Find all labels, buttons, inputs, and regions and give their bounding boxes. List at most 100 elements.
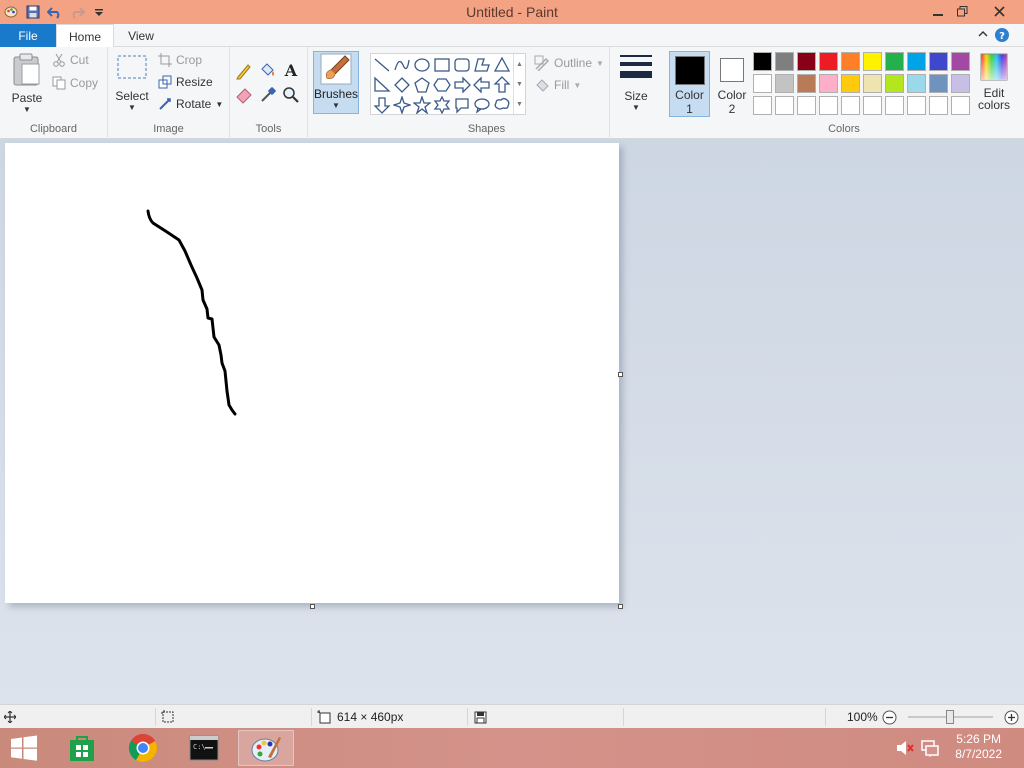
paste-button[interactable]: Paste ▼: [8, 53, 46, 117]
diamond-shape-icon[interactable]: [393, 76, 411, 94]
curve-shape-icon[interactable]: [393, 56, 411, 74]
palette-swatch[interactable]: [775, 52, 794, 71]
collapse-ribbon-icon[interactable]: [978, 28, 988, 42]
palette-swatch[interactable]: [929, 52, 948, 71]
color2-button[interactable]: Color 2: [712, 51, 752, 117]
palette-swatch[interactable]: [929, 74, 948, 93]
cloud-callout-shape-icon[interactable]: [493, 96, 511, 114]
canvas-resize-handle-corner[interactable]: [618, 604, 623, 609]
palette-swatch[interactable]: [775, 74, 794, 93]
restore-button[interactable]: [945, 0, 979, 22]
crop-button[interactable]: Crop: [158, 53, 202, 67]
palette-swatch[interactable]: [951, 74, 970, 93]
oval-callout-shape-icon[interactable]: [473, 96, 491, 114]
canvas-resize-handle-right[interactable]: [618, 372, 623, 377]
four-point-star-shape-icon[interactable]: [393, 96, 411, 114]
left-arrow-shape-icon[interactable]: [473, 76, 491, 94]
right-triangle-shape-icon[interactable]: [373, 76, 391, 94]
palette-swatch[interactable]: [841, 96, 860, 115]
taskbar-chrome[interactable]: [115, 730, 171, 766]
right-arrow-shape-icon[interactable]: [453, 76, 471, 94]
palette-swatch[interactable]: [907, 96, 926, 115]
palette-swatch[interactable]: [885, 52, 904, 71]
palette-swatch[interactable]: [797, 96, 816, 115]
volume-muted-icon[interactable]: [896, 740, 914, 759]
color1-button[interactable]: Color 1: [669, 51, 710, 117]
triangle-shape-icon[interactable]: [493, 56, 511, 74]
color-picker-icon[interactable]: [258, 85, 278, 105]
shapes-scroll-up-icon[interactable]: ▲: [516, 61, 523, 68]
palette-swatch[interactable]: [929, 96, 948, 115]
rectangle-shape-icon[interactable]: [433, 56, 451, 74]
tab-view[interactable]: View: [116, 24, 166, 47]
color1-swatch: [674, 56, 705, 85]
palette-swatch[interactable]: [753, 74, 772, 93]
tab-file[interactable]: File: [0, 24, 56, 47]
zoom-in-button[interactable]: [1004, 710, 1019, 728]
store-icon: [70, 736, 94, 761]
eraser-icon[interactable]: [234, 85, 254, 105]
rounded-callout-shape-icon[interactable]: [453, 96, 471, 114]
cut-button[interactable]: Cut: [52, 53, 89, 67]
rotate-button[interactable]: Rotate ▼: [158, 97, 223, 111]
close-button[interactable]: [982, 0, 1016, 22]
resize-button[interactable]: Resize: [158, 75, 213, 89]
canvas-resize-handle-bottom[interactable]: [310, 604, 315, 609]
shapes-scroll[interactable]: ▲ ▼ ▼: [513, 54, 525, 114]
palette-swatch[interactable]: [819, 74, 838, 93]
palette-swatch[interactable]: [753, 96, 772, 115]
palette-swatch[interactable]: [841, 74, 860, 93]
palette-swatch[interactable]: [885, 96, 904, 115]
pentagon-shape-icon[interactable]: [413, 76, 431, 94]
taskbar-command-prompt[interactable]: C:\: [176, 730, 232, 766]
up-arrow-shape-icon[interactable]: [493, 76, 511, 94]
fill-bucket-icon[interactable]: [257, 60, 277, 80]
crop-icon: [158, 53, 172, 67]
system-clock[interactable]: 5:26 PM 8/7/2022: [955, 732, 1002, 762]
palette-swatch[interactable]: [951, 96, 970, 115]
drawing-canvas[interactable]: [5, 143, 619, 603]
magnifier-icon[interactable]: [281, 85, 301, 105]
palette-swatch[interactable]: [907, 74, 926, 93]
pencil-icon[interactable]: [234, 61, 254, 81]
taskbar-store[interactable]: [54, 730, 110, 766]
palette-swatch[interactable]: [753, 52, 772, 71]
text-tool-icon[interactable]: A: [281, 60, 301, 80]
line-shape-icon[interactable]: [373, 56, 391, 74]
down-arrow-shape-icon[interactable]: [373, 96, 391, 114]
help-icon[interactable]: ?: [994, 27, 1010, 46]
palette-swatch[interactable]: [863, 74, 882, 93]
outline-button[interactable]: Outline ▼: [534, 55, 604, 71]
tab-home[interactable]: Home: [56, 24, 114, 48]
hexagon-shape-icon[interactable]: [433, 76, 451, 94]
palette-swatch[interactable]: [863, 52, 882, 71]
palette-swatch[interactable]: [775, 96, 794, 115]
size-button[interactable]: Size ▼: [616, 53, 656, 117]
palette-swatch[interactable]: [841, 52, 860, 71]
edit-colors-button[interactable]: Edit colors: [976, 53, 1012, 117]
zoom-slider-thumb[interactable]: [946, 710, 954, 724]
five-point-star-shape-icon[interactable]: [413, 96, 431, 114]
six-point-star-shape-icon[interactable]: [433, 96, 451, 114]
brushes-button[interactable]: Brushes ▼: [313, 51, 359, 114]
taskbar-paint[interactable]: [238, 730, 294, 766]
palette-swatch[interactable]: [819, 96, 838, 115]
start-button[interactable]: [0, 730, 48, 766]
shapes-scroll-down-icon[interactable]: ▼: [516, 81, 523, 88]
palette-swatch[interactable]: [819, 52, 838, 71]
fill-button[interactable]: Fill ▼: [534, 77, 581, 93]
oval-shape-icon[interactable]: [413, 56, 431, 74]
palette-swatch[interactable]: [797, 74, 816, 93]
palette-swatch[interactable]: [951, 52, 970, 71]
network-icon[interactable]: [921, 739, 939, 760]
palette-swatch[interactable]: [797, 52, 816, 71]
select-button[interactable]: Select ▼: [114, 53, 150, 117]
shapes-more-icon[interactable]: ▼: [516, 101, 523, 108]
rounded-rectangle-shape-icon[interactable]: [453, 56, 471, 74]
palette-swatch[interactable]: [885, 74, 904, 93]
palette-swatch[interactable]: [863, 96, 882, 115]
palette-swatch[interactable]: [907, 52, 926, 71]
copy-button[interactable]: Copy: [52, 76, 98, 90]
polygon-shape-icon[interactable]: [473, 56, 491, 74]
zoom-out-button[interactable]: [882, 710, 897, 728]
